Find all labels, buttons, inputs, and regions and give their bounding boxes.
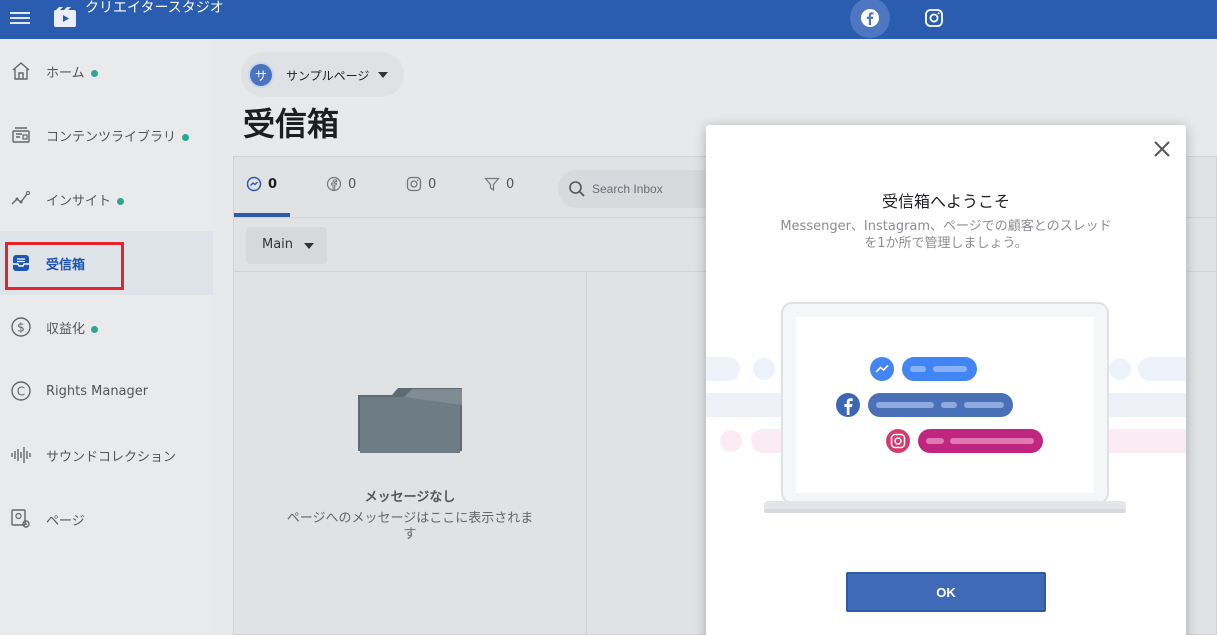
status-dot <box>91 325 99 333</box>
tab-count: 0 <box>268 176 278 192</box>
home-icon <box>12 62 30 80</box>
tab-messenger[interactable]: 0 <box>246 176 277 192</box>
facebook-icon <box>861 9 879 27</box>
welcome-dialog: 受信箱へようこそ Messenger、Instagram、ページでの顧客とのスレ… <box>706 125 1186 635</box>
folder-label: Main <box>262 237 294 252</box>
search-placeholder: Search Inbox <box>592 182 663 196</box>
dialog-title: 受信箱へようこそ <box>881 192 1010 211</box>
ok-button[interactable]: OK <box>846 572 1046 612</box>
tab-instagram[interactable]: 0 <box>406 176 436 192</box>
tab-count: 0 <box>348 176 357 192</box>
messenger-icon <box>246 176 262 192</box>
copyright-icon: C <box>11 381 31 401</box>
creator-studio-logo-icon <box>54 7 76 27</box>
facebook-icon <box>326 176 342 192</box>
sidebar-item-insights[interactable]: インサイト <box>0 167 213 231</box>
tab-count: 0 <box>428 176 437 192</box>
active-tab-indicator <box>234 213 290 217</box>
caret-down-icon <box>378 72 388 78</box>
empty-state-description: ページへのメッセージはここに表示されます <box>286 511 534 542</box>
filter-icon <box>484 177 500 192</box>
tab-filter[interactable]: 0 <box>484 176 514 192</box>
caret-down-icon <box>304 243 314 249</box>
sidebar-item-rights-manager[interactable]: C Rights Manager <box>0 359 213 423</box>
sidebar-item-label: 収益化 <box>46 321 86 337</box>
sidebar-item-label: Rights Manager <box>46 383 149 399</box>
insights-icon <box>11 191 30 205</box>
dollar-icon: $ <box>11 317 31 337</box>
top-bar: クリエイタースタジオ <box>0 0 1217 39</box>
search-icon <box>569 181 585 197</box>
status-dot <box>182 133 190 141</box>
sidebar-item-pages[interactable]: ページ <box>0 487 213 551</box>
svg-text:$: $ <box>17 321 25 335</box>
empty-state-title: メッセージなし <box>364 490 456 505</box>
page-title: 受信箱 <box>243 105 340 143</box>
column-divider <box>586 271 587 635</box>
close-icon[interactable] <box>1152 139 1172 159</box>
sidebar-item-label: ホーム <box>46 65 85 81</box>
sidebar-item-label: コンテンツライブラリ <box>46 129 177 145</box>
page-selector[interactable]: サ サンプルページ <box>241 52 404 97</box>
tab-count: 0 <box>506 176 515 192</box>
sidebar-item-label: ページ <box>46 513 85 529</box>
instagram-icon[interactable] <box>924 8 944 28</box>
instagram-icon <box>406 176 422 192</box>
sidebar-item-home[interactable]: ホーム <box>0 39 213 103</box>
svg-text:C: C <box>17 385 25 399</box>
status-dot <box>90 69 98 77</box>
content-library-icon <box>12 127 30 143</box>
laptop-illustration <box>706 302 1186 513</box>
sidebar-item-label: インサイト <box>46 193 112 209</box>
sidebar-item-label: サウンドコレクション <box>46 449 177 465</box>
menu-icon[interactable] <box>10 9 30 29</box>
avatar: サ <box>248 62 274 88</box>
facebook-platform-button[interactable] <box>850 0 890 38</box>
dialog-description: Messenger、Instagram、ページでの顧客とのスレッドを1か所で管理… <box>780 219 1112 251</box>
sidebar-item-monetization[interactable]: $ 収益化 <box>0 295 213 359</box>
sidebar: ホーム コンテンツライブラリ インサイト 受信箱 $ 収益化 C Rights … <box>0 39 213 635</box>
sidebar-item-sound-collection[interactable]: サウンドコレクション <box>0 423 213 487</box>
page-settings-icon <box>11 509 30 528</box>
highlight-box <box>5 242 124 290</box>
page-name: サンプルページ <box>286 69 370 83</box>
folder-icon <box>358 388 462 453</box>
tab-facebook[interactable]: 0 <box>326 176 356 192</box>
sidebar-item-content-library[interactable]: コンテンツライブラリ <box>0 103 213 167</box>
folder-dropdown[interactable]: Main <box>246 227 327 264</box>
app-title: クリエイタースタジオ <box>85 0 224 16</box>
sound-wave-icon <box>11 447 31 463</box>
status-dot <box>117 197 125 205</box>
